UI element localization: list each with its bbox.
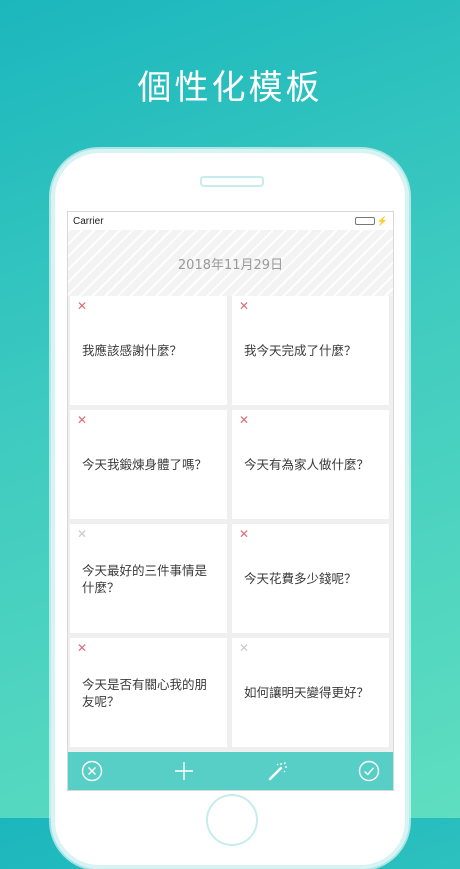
- question-card[interactable]: ✕ 今天是否有關心我的朋友呢？: [70, 638, 227, 747]
- question-card-grid: ✕ 我應該感謝什麼？ ✕ 我今天完成了什麼？ ✕ 今天我鍛煉身體了嗎？ ✕ 今天…: [68, 296, 393, 747]
- question-card[interactable]: ✕ 今天我鍛煉身體了嗎？: [70, 410, 227, 519]
- question-card[interactable]: ✕ 我應該感謝什麼？: [70, 296, 227, 405]
- app-screen: Carrier ⚡ 2018年11月29日 ✕ 我應該感謝什麼？ ✕ 我今天完成…: [67, 211, 394, 791]
- magic-wand-icon[interactable]: [266, 760, 288, 782]
- promo-headline: 個性化模板: [137, 68, 323, 108]
- card-question: 我今天完成了什麼？: [244, 343, 357, 358]
- bottom-toolbar: [68, 752, 393, 790]
- phone-speaker: [200, 176, 264, 187]
- journal-date: 2018年11月29日: [177, 257, 284, 273]
- date-header: 2018年11月29日: [68, 230, 393, 296]
- card-question: 今天我鍛煉身體了嗎？: [82, 457, 208, 472]
- charging-bolt-icon: ⚡: [376, 215, 388, 226]
- question-card[interactable]: ✕ 今天花費多少錢呢？: [232, 524, 389, 633]
- plus-icon[interactable]: [173, 760, 195, 782]
- question-card[interactable]: ✕ 如何讓明天變得更好？: [232, 638, 389, 747]
- card-question: 今天是否有關心我的朋友呢？: [82, 676, 208, 709]
- card-question: 今天最好的三件事情是什麼？: [82, 562, 208, 595]
- card-question: 今天花費多少錢呢？: [244, 571, 357, 586]
- question-card[interactable]: ✕ 今天有為家人做什麼？: [232, 410, 389, 519]
- card-question: 今天有為家人做什麼？: [244, 457, 370, 472]
- status-bar: Carrier ⚡: [68, 212, 393, 230]
- question-card[interactable]: ✕ 今天最好的三件事情是什麼？: [70, 524, 227, 633]
- phone-home-button: [206, 794, 258, 846]
- battery-icon: ⚡: [354, 215, 388, 227]
- phone-frame: Carrier ⚡ 2018年11月29日 ✕ 我應該感謝什麼？ ✕ 我今天完成…: [51, 149, 409, 869]
- card-question: 如何讓明天變得更好？: [244, 685, 370, 700]
- cancel-circle-icon[interactable]: [81, 760, 103, 782]
- confirm-check-icon[interactable]: [358, 760, 380, 782]
- carrier-label: Carrier: [73, 215, 104, 227]
- card-question: 我應該感謝什麼？: [82, 343, 183, 358]
- question-card[interactable]: ✕ 我今天完成了什麼？: [232, 296, 389, 405]
